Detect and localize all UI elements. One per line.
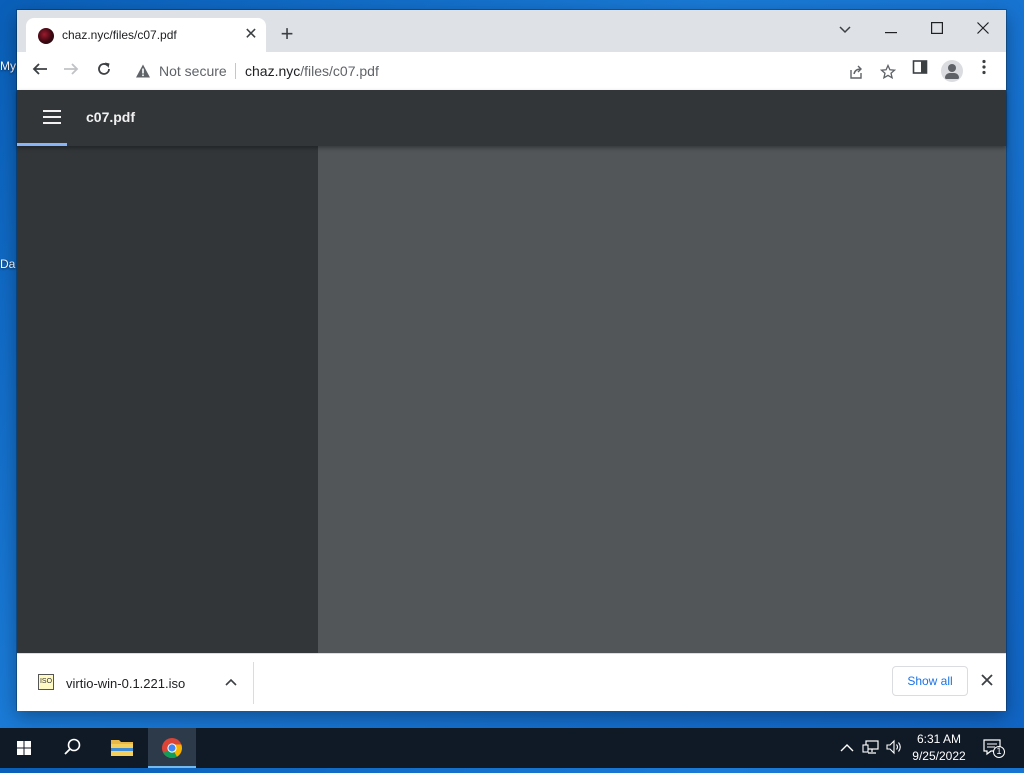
sidebar-active-indicator	[17, 143, 67, 146]
notification-center-icon[interactable]: 1	[983, 738, 1005, 758]
chevron-up-icon[interactable]	[221, 672, 241, 692]
maximize-icon[interactable]	[917, 16, 957, 44]
desktop-icon-label-fragment: My	[0, 59, 16, 73]
volume-icon[interactable]	[885, 739, 903, 757]
start-windows-icon[interactable]	[0, 728, 48, 768]
hamburger-menu-icon[interactable]	[43, 110, 61, 124]
back-arrow-icon[interactable]	[28, 59, 52, 83]
taskbar-clock[interactable]: 6:31 AM 9/25/2022	[905, 731, 973, 765]
browser-tab[interactable]: chaz.nyc/files/c07.pdf ✕	[26, 18, 266, 52]
search-icon[interactable]	[48, 728, 96, 768]
warning-triangle-icon[interactable]	[135, 63, 151, 79]
side-panel-icon[interactable]	[908, 59, 932, 83]
reload-icon[interactable]	[92, 59, 116, 83]
tab-title: chaz.nyc/files/c07.pdf	[62, 28, 177, 42]
download-file-name[interactable]: virtio-win-0.1.221.iso	[66, 676, 185, 691]
minimize-icon[interactable]	[871, 16, 911, 44]
omnibox-separator	[235, 63, 236, 79]
tab-search-chevron-icon[interactable]	[825, 16, 865, 44]
windows-taskbar: 6:31 AM 9/25/2022 1	[0, 728, 1024, 768]
file-explorer-folder-icon[interactable]	[98, 728, 146, 768]
address-bar[interactable]: Not secure chaz.nyc/files/c07.pdf	[125, 57, 985, 85]
notification-count: 1	[996, 746, 1002, 756]
pdf-viewer: c07.pdf	[17, 90, 1006, 653]
tab-close-icon[interactable]: ✕	[242, 26, 260, 44]
forward-arrow-icon[interactable]	[59, 59, 83, 83]
share-icon[interactable]	[844, 64, 868, 88]
kebab-menu-icon[interactable]	[972, 59, 996, 83]
browser-toolbar: Not secure chaz.nyc/files/c07.pdf	[17, 52, 1006, 90]
iso-file-icon: ISO	[38, 674, 54, 690]
clock-time: 6:31 AM	[916, 732, 962, 746]
pdf-thumbnail-sidebar[interactable]	[17, 146, 318, 653]
tab-strip: chaz.nyc/files/c07.pdf ✕ +	[17, 10, 1006, 52]
clock-date: 9/25/2022	[912, 749, 966, 763]
desktop-icon-label-fragment: Da	[0, 257, 16, 271]
new-tab-icon[interactable]: +	[275, 23, 299, 47]
chrome-taskbar-icon[interactable]	[148, 728, 196, 768]
download-item-separator	[253, 662, 254, 704]
tray-chevron-up-icon[interactable]	[838, 739, 856, 757]
network-icon[interactable]	[862, 739, 880, 757]
pdf-content-area[interactable]	[318, 146, 1006, 653]
download-shelf: ISO virtio-win-0.1.221.iso Show all	[17, 653, 1006, 711]
url-host: chaz.nyc	[245, 63, 301, 79]
security-label[interactable]: Not secure	[159, 63, 227, 79]
show-all-button[interactable]: Show all	[892, 666, 968, 696]
profile-avatar-icon[interactable]	[941, 60, 963, 82]
browser-window: chaz.nyc/files/c07.pdf ✕ + Not secure ch…	[17, 10, 1006, 711]
close-shelf-icon[interactable]	[977, 672, 997, 692]
window-close-icon[interactable]	[963, 16, 1003, 44]
pdf-document-title: c07.pdf	[86, 109, 136, 125]
star-icon[interactable]	[876, 63, 900, 88]
pdf-viewer-toolbar: c07.pdf	[17, 90, 1006, 146]
site-favicon-icon	[38, 28, 54, 44]
url-text[interactable]: chaz.nyc/files/c07.pdf	[245, 63, 379, 79]
url-path: /files/c07.pdf	[300, 63, 379, 79]
